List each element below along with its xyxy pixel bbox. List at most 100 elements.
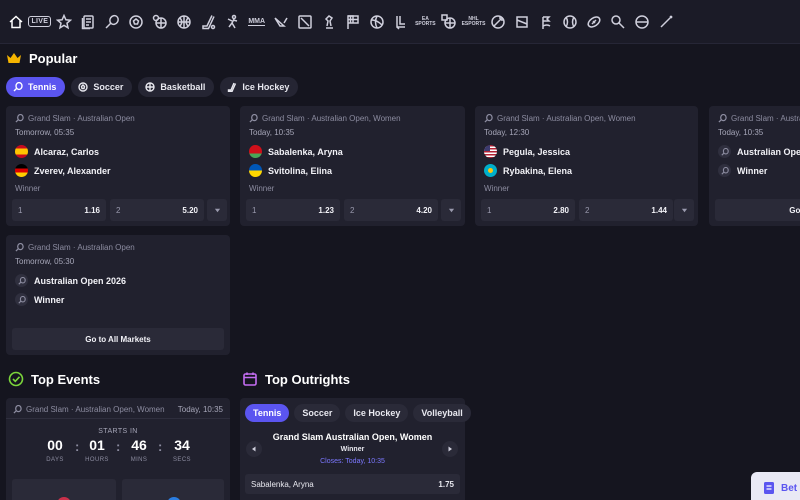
eshockey-icon[interactable]: NHL ESPORTS	[462, 0, 486, 44]
esoccer-icon[interactable]: EA SPORTS	[414, 0, 438, 44]
odd-button-2[interactable]: 2 4.20	[344, 199, 438, 221]
esports-icon[interactable]	[390, 0, 414, 44]
valorant-icon[interactable]	[269, 0, 293, 44]
tennis-icon	[15, 114, 24, 123]
cricket-icon[interactable]	[221, 0, 245, 44]
chevron-down-icon	[448, 208, 454, 212]
betslip-icon	[764, 482, 774, 494]
basketball-multi-icon[interactable]	[149, 0, 173, 44]
countdown-days: 00 DAYS	[35, 437, 75, 463]
tennis-icon	[15, 293, 28, 306]
crown-icon	[7, 53, 21, 63]
event-card[interactable]: Grand Slam · Australian Open, Women Toda…	[475, 106, 698, 226]
tab-tennis[interactable]: Tennis	[6, 77, 66, 97]
tennis-icon	[718, 145, 731, 158]
tab-label: Ice Hockey	[242, 82, 290, 92]
basketball-icon	[145, 82, 156, 92]
team-name: Winner	[34, 294, 65, 305]
tennis-icon	[15, 243, 24, 252]
odd-button-1[interactable]: 1 1.16	[12, 199, 106, 221]
team-1: Sabalenka, Aryna	[249, 145, 343, 158]
odd-label: 2	[350, 205, 355, 215]
event-time: Today, 12:30	[484, 128, 530, 137]
more-markets-button[interactable]	[674, 199, 694, 221]
event-card[interactable]: Grand Slam · Australian Open, Women Toda…	[240, 106, 465, 226]
ebattles-multi-icon[interactable]	[630, 0, 654, 44]
esoccer-label: EA SPORTS	[415, 15, 436, 27]
event-card[interactable]: Grand Slam · Australian Open Tomorrow, 0…	[6, 106, 230, 226]
countdown-unit: DAYS	[46, 457, 64, 463]
germany-flag-icon	[15, 164, 28, 177]
league-label: Grand Slam · Australian Open, Women	[13, 405, 165, 414]
market-label: Winner	[249, 184, 275, 193]
tab-ice-hockey[interactable]: Ice Hockey	[345, 404, 409, 422]
outright-player: Sabalenka, Aryna	[251, 479, 314, 489]
countdown-value: 01	[89, 437, 105, 453]
soccer-icon[interactable]	[124, 0, 148, 44]
countdown-unit: MINS	[130, 457, 148, 463]
ebasketball-icon[interactable]	[438, 0, 462, 44]
tennis-icon	[718, 164, 731, 177]
all-markets-button[interactable]: Go to All Markets	[12, 328, 224, 350]
tennis-icon[interactable]	[100, 0, 124, 44]
dota-icon[interactable]	[293, 0, 317, 44]
popular-sport-tabs: Tennis Soccer Basketball Ice Hockey	[6, 77, 304, 97]
event-card[interactable]: Grand Slam · Australian Open Today, 10:3…	[709, 106, 800, 226]
handball-icon[interactable]	[510, 0, 534, 44]
odd-button-2[interactable]: 2 5.20	[110, 199, 204, 221]
outright-event-name: Grand Slam Australian Open, Women	[272, 432, 433, 442]
odd-button-1[interactable]: 1 1.23	[246, 199, 340, 221]
ebattles-icon[interactable]	[486, 0, 510, 44]
odd-value: 5.20	[182, 205, 198, 215]
betslip-history-icon[interactable]	[76, 0, 100, 44]
betslip-button[interactable]: Bet	[751, 472, 800, 500]
baseball-icon[interactable]	[558, 0, 582, 44]
team-2: Rybakina, Elena	[484, 164, 572, 177]
team-name: Australian Open 2026	[34, 275, 127, 286]
tab-soccer[interactable]: Soccer	[294, 404, 341, 422]
team-name: Winner	[737, 165, 768, 176]
golf-icon[interactable]	[534, 0, 558, 44]
volleyball-icon[interactable]	[365, 0, 389, 44]
tab-tennis[interactable]: Tennis	[245, 404, 290, 422]
chevron-down-icon	[214, 208, 220, 212]
outright-market: Winner	[340, 446, 365, 453]
odd-button-1[interactable]: 1 2.80	[481, 199, 575, 221]
chevron-down-icon	[681, 208, 687, 212]
racing-flag-icon[interactable]	[341, 0, 365, 44]
soccer-icon	[78, 82, 89, 92]
hockey-icon	[228, 82, 237, 92]
basketball-icon[interactable]	[173, 0, 197, 44]
league-text: Grand Slam · Australian Open, Women	[497, 114, 636, 123]
divider	[6, 418, 230, 419]
hockey-icon[interactable]	[197, 0, 221, 44]
event-card[interactable]: Grand Slam · Australian Open Tomorrow, 0…	[6, 235, 230, 355]
live-icon[interactable]: LIVE	[28, 0, 52, 44]
market-label: Winner	[484, 184, 510, 193]
tab-label: Soccer	[93, 82, 124, 92]
star-icon[interactable]	[52, 0, 76, 44]
tab-volleyball[interactable]: Volleyball	[413, 404, 471, 422]
league-label: Grand Slam · Australian Open	[718, 114, 800, 123]
more-markets-button[interactable]	[207, 199, 227, 221]
bat-icon[interactable]	[655, 0, 679, 44]
odd-label: 1	[252, 205, 257, 215]
odd-button-2[interactable]: 2 1.44	[579, 199, 673, 221]
all-markets-button[interactable]: Go to All Markets	[715, 199, 800, 221]
more-markets-button[interactable]	[441, 199, 461, 221]
tab-soccer[interactable]: Soccer	[71, 77, 133, 97]
team-name: Svitolina, Elina	[268, 165, 333, 176]
outright-row[interactable]: Sabalenka, Aryna 1.75	[245, 474, 460, 494]
tennis-icon	[13, 405, 22, 414]
rugby-icon[interactable]	[582, 0, 606, 44]
tab-basketball[interactable]: Basketball	[138, 77, 215, 97]
team-1: Pegula, Jessica	[484, 145, 570, 158]
table-tennis-icon[interactable]	[606, 0, 630, 44]
team-name: Pegula, Jessica	[503, 146, 571, 157]
tab-ice-hockey[interactable]: Ice Hockey	[220, 77, 299, 97]
odd-label: 1	[18, 205, 23, 215]
home-icon[interactable]	[4, 0, 28, 44]
mma-icon[interactable]: MMA	[245, 0, 269, 44]
chess-icon[interactable]	[317, 0, 341, 44]
target-icon	[8, 371, 24, 387]
